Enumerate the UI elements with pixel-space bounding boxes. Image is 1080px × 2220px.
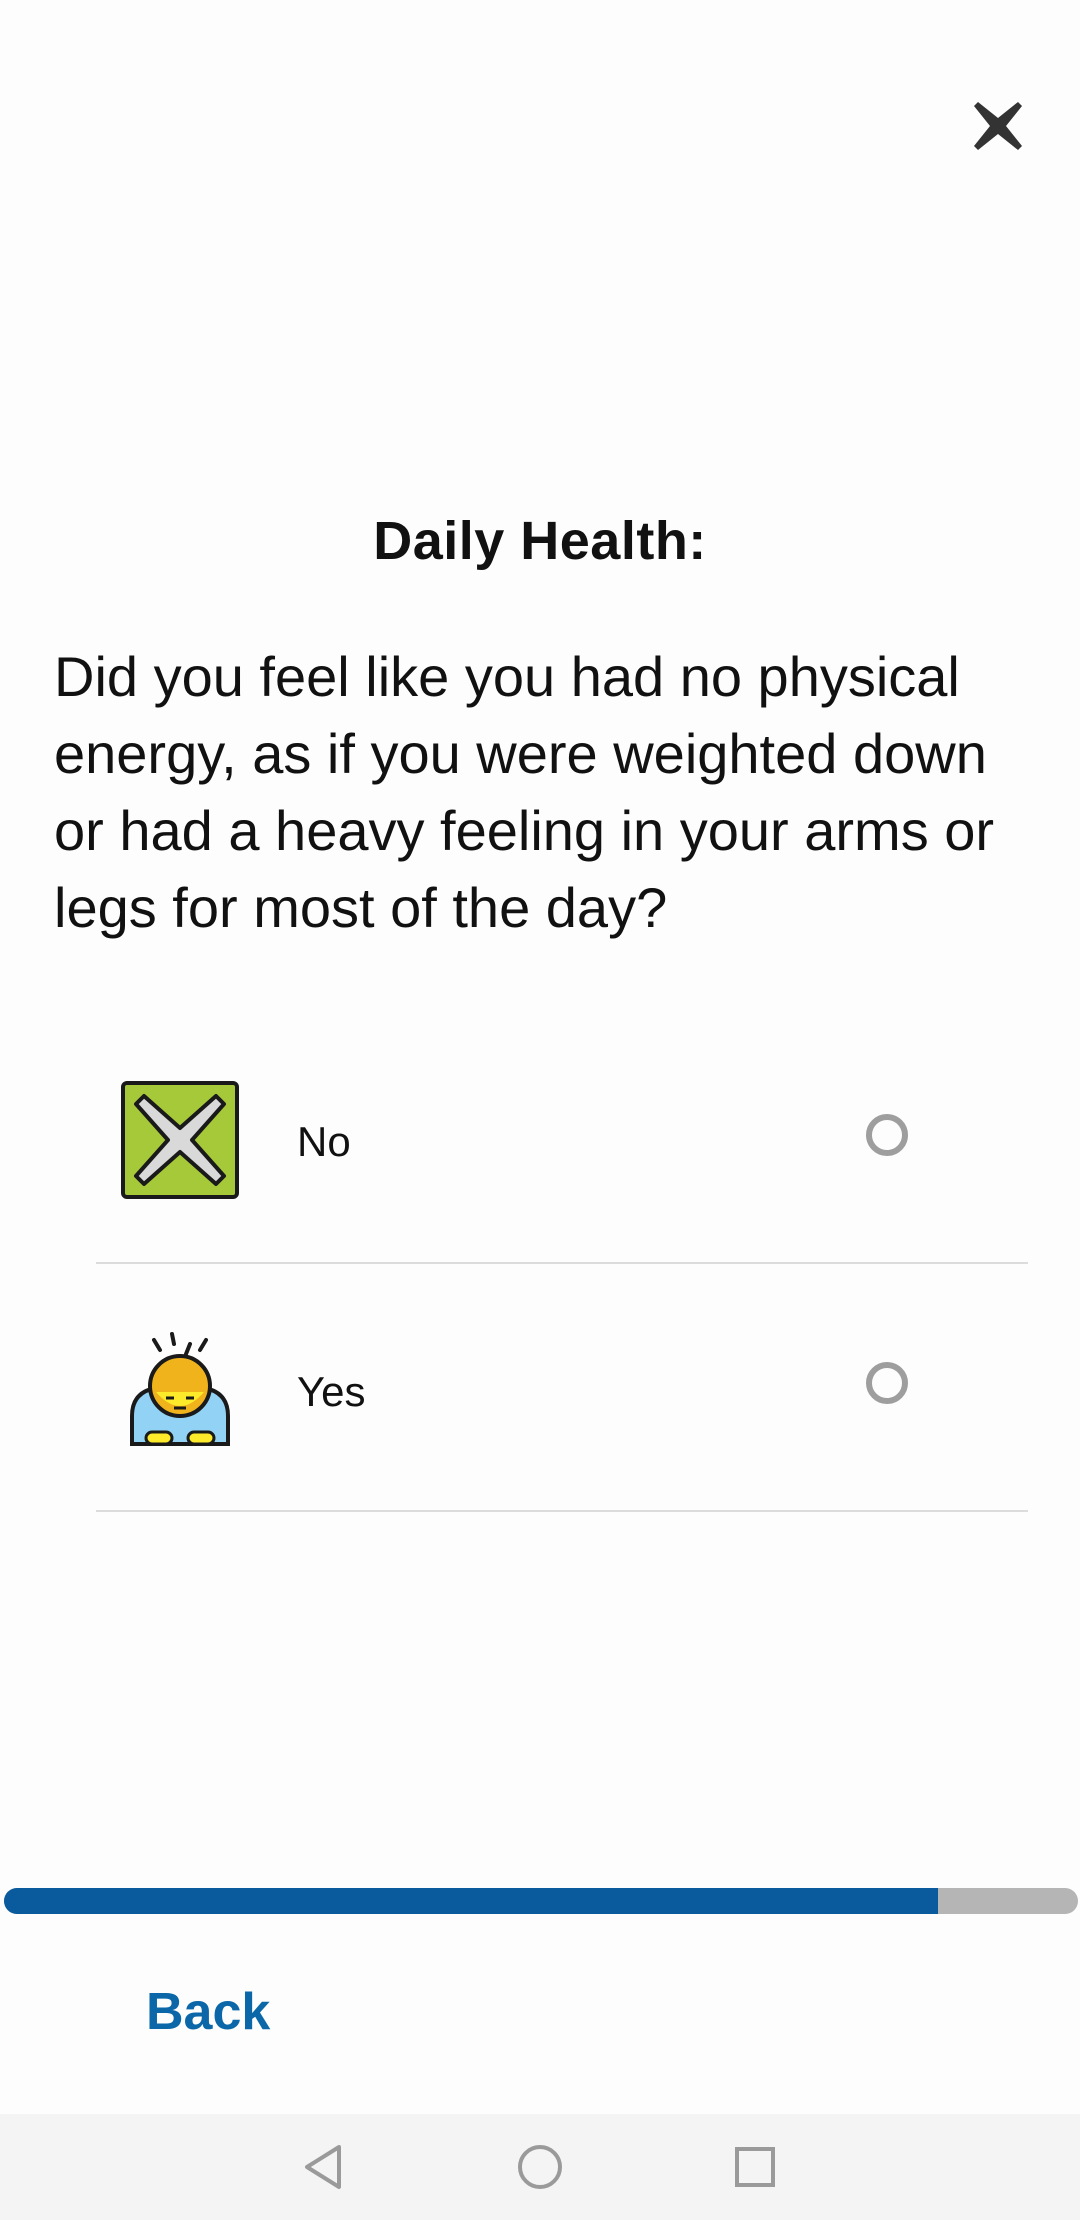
cross-mark-icon [120, 1080, 240, 1200]
radio-no[interactable] [866, 1114, 908, 1156]
system-navigation-bar [0, 2114, 1080, 2220]
nav-home-icon [518, 2145, 562, 2189]
radio-yes[interactable] [866, 1362, 908, 1404]
nav-back-button[interactable] [296, 2140, 350, 2194]
close-button[interactable] [960, 88, 1036, 164]
option-no[interactable]: No [96, 1016, 1028, 1264]
survey-screen: Daily Health: Did you feel like you had … [0, 0, 1080, 2220]
close-icon [974, 102, 1022, 150]
nav-back-icon [305, 2145, 341, 2189]
nav-home-button[interactable] [513, 2140, 567, 2194]
progress-fill [4, 1888, 939, 1914]
back-button[interactable]: Back [146, 1982, 270, 2042]
option-label-yes: Yes [297, 1368, 366, 1415]
question-text: Did you feel like you had no physical en… [54, 645, 995, 939]
option-label-no: No [297, 1118, 351, 1165]
tired-person-icon [120, 1328, 240, 1448]
nav-recent-icon [735, 2147, 775, 2187]
page-title: Daily Health: [373, 511, 707, 571]
nav-recent-button[interactable] [728, 2140, 782, 2194]
progress-bar [4, 1888, 1078, 1914]
option-yes[interactable]: Yes [96, 1264, 1028, 1512]
